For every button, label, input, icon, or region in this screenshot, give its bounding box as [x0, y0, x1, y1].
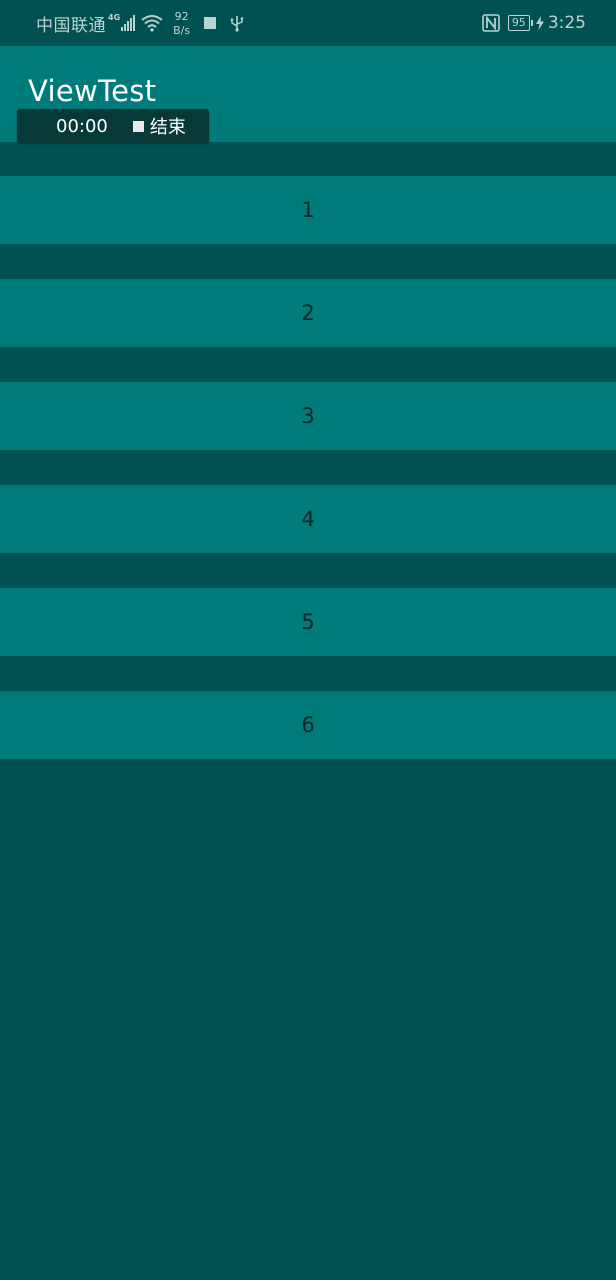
- status-bar-right: 95 3:25: [482, 12, 586, 34]
- usb-icon: [230, 16, 244, 32]
- item-list: 1 2 3 4 5 6: [0, 176, 616, 794]
- recording-time: 00:00: [56, 115, 108, 137]
- battery-level: 95: [507, 15, 530, 31]
- nfc-icon: [482, 14, 500, 32]
- battery-icon: 95: [507, 15, 533, 31]
- list-item-1[interactable]: 1: [0, 176, 616, 244]
- net-speed-unit: B/s: [173, 24, 191, 37]
- list-item-5[interactable]: 5: [0, 588, 616, 656]
- list-item-6[interactable]: 6: [0, 691, 616, 759]
- signal-icon: [121, 15, 136, 31]
- net-speed-value: 92: [174, 10, 189, 23]
- app-bar: ViewTest 00:00 结束: [0, 46, 616, 143]
- wifi-icon: [141, 15, 163, 32]
- charging-bolt-icon: [535, 16, 544, 30]
- status-bar: 中国联通 4G 92 B/s 95 3:25: [0, 0, 616, 46]
- status-clock: 3:25: [547, 13, 586, 33]
- end-recording-button[interactable]: 结束: [150, 113, 186, 139]
- screen-recorder-overlay[interactable]: 00:00 结束: [17, 109, 209, 143]
- stop-icon[interactable]: [132, 120, 144, 132]
- status-bar-left: 中国联通 4G 92 B/s: [36, 10, 244, 37]
- list-item-3[interactable]: 3: [0, 382, 616, 450]
- list-item-4[interactable]: 4: [0, 485, 616, 553]
- square-icon: [204, 17, 217, 29]
- net-speed: 92 B/s: [173, 10, 190, 38]
- battery-tip: [530, 20, 533, 26]
- carrier-name: 中国联通: [36, 15, 106, 36]
- network-type: 4G: [108, 12, 121, 22]
- list-item-2[interactable]: 2: [0, 279, 616, 347]
- app-title: ViewTest: [28, 74, 157, 108]
